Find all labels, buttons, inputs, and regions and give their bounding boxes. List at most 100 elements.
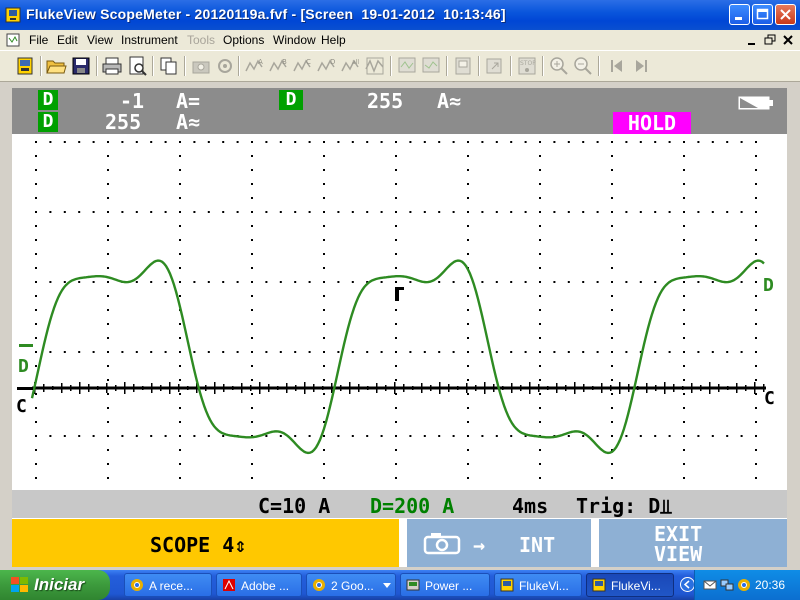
marker-left-c: C: [16, 387, 33, 417]
clock: 20:36: [755, 578, 786, 592]
taskbar-item-label: 2 Goo...: [331, 579, 374, 593]
softkey-int-label: INT: [519, 533, 556, 557]
minimize-icon: [735, 17, 742, 20]
menu-tools[interactable]: Tools: [187, 33, 215, 47]
app-icon: [406, 579, 420, 591]
instrument-connect-icon[interactable]: [14, 55, 36, 77]
svg-text:A: A: [258, 58, 263, 66]
meter-all-icon[interactable]: all: [340, 55, 362, 77]
mdi-restore-icon[interactable]: [762, 32, 778, 48]
mdi-close-icon[interactable]: [780, 32, 796, 48]
taskbar-item-google[interactable]: 2 Goo...: [306, 573, 396, 597]
scope-export-icon[interactable]: [484, 55, 506, 77]
save-icon[interactable]: [70, 55, 92, 77]
channel-d-range: D=200 A: [370, 494, 455, 518]
menu-help[interactable]: Help: [321, 33, 346, 47]
close-icon: [780, 9, 791, 20]
toolbar-separator: [446, 56, 448, 76]
camera-icon[interactable]: [190, 55, 212, 77]
chevron-down-icon: [383, 583, 391, 588]
svg-text:D: D: [330, 58, 335, 66]
toolbar-separator: [542, 56, 544, 76]
mail-icon[interactable]: [703, 578, 717, 592]
marker-right-d-label: D: [763, 275, 774, 296]
stop-icon[interactable]: STOP: [516, 55, 538, 77]
marker-left-d-label: D: [18, 356, 29, 377]
window-title: FlukeView ScopeMeter - 20120119a.fvf - […: [26, 6, 506, 22]
mdi-minimize-icon[interactable]: [744, 32, 760, 48]
zoom-in-icon[interactable]: [548, 55, 570, 77]
open-folder-icon[interactable]: [45, 55, 67, 77]
menu-instrument[interactable]: Instrument: [121, 33, 178, 47]
menu-window[interactable]: Window: [273, 33, 316, 47]
channel-d-tag: D: [279, 90, 303, 110]
taskbar-item-flukeview-1[interactable]: FlukeVi...: [494, 573, 582, 597]
chrome-icon: [131, 579, 143, 591]
print-preview-icon[interactable]: [126, 55, 148, 77]
title-bar[interactable]: FlukeView ScopeMeter - 20120119a.fvf - […: [0, 0, 800, 30]
last-record-icon[interactable]: [630, 55, 652, 77]
channel-d-tag: D: [38, 90, 58, 110]
meter-a-icon[interactable]: A: [244, 55, 266, 77]
record-icon[interactable]: [214, 55, 236, 77]
taskbar-item-power[interactable]: Power ...: [400, 573, 490, 597]
toolbar-separator: [152, 56, 154, 76]
meter-d-icon[interactable]: D: [316, 55, 338, 77]
menu-options[interactable]: Options: [223, 33, 264, 47]
softkey-exit-view[interactable]: EXIT VIEW: [599, 519, 787, 567]
trigger-marker-top: [395, 287, 404, 290]
start-button[interactable]: Iniciar: [0, 570, 110, 600]
taskbar-item-chrome-recent[interactable]: A rece...: [124, 573, 212, 597]
scope-compare-icon[interactable]: [452, 55, 474, 77]
timebase: 4ms: [512, 494, 549, 518]
print-icon[interactable]: [101, 55, 123, 77]
meter-c-icon[interactable]: C: [292, 55, 314, 77]
arrow-icon: →: [473, 533, 486, 557]
menu-bar: File Edit View Instrument Tools Options …: [0, 30, 800, 50]
scope-read-2-icon[interactable]: [420, 55, 442, 77]
flukeview-icon: [592, 578, 606, 592]
meter-b-icon[interactable]: B: [268, 55, 290, 77]
toolbar-separator: [598, 56, 600, 76]
marker-left-d: D: [18, 344, 33, 377]
network-icon[interactable]: [720, 578, 734, 592]
flukeview-app-icon[interactable]: [5, 7, 21, 23]
zoom-out-icon[interactable]: [572, 55, 594, 77]
scope-read-icon[interactable]: [396, 55, 418, 77]
maximize-icon: [756, 8, 769, 20]
menu-view[interactable]: View: [87, 33, 113, 47]
toolbar-separator: [238, 56, 240, 76]
taskbar-item-flukeview-2[interactable]: FlukeVi...: [586, 573, 674, 597]
softkey-capture-int[interactable]: → INT: [407, 519, 591, 567]
svg-text:STOP: STOP: [520, 60, 536, 67]
toolbar-separator: [96, 56, 98, 76]
taskbar-item-label: FlukeVi...: [519, 579, 569, 593]
tray-expand-button[interactable]: [680, 577, 695, 592]
scope-status-line: C=10 A D=200 A 4ms Trig: D⫫: [12, 490, 787, 518]
copy-icon[interactable]: [158, 55, 180, 77]
svg-text:C: C: [306, 58, 311, 66]
acrobat-icon: [223, 579, 235, 591]
taskbar-item-adobe[interactable]: Adobe ...: [216, 573, 302, 597]
chrome-tray-icon[interactable]: [737, 578, 751, 592]
reading-3-unit: A≈: [176, 110, 201, 134]
close-button[interactable]: [775, 4, 796, 25]
start-label: Iniciar: [34, 575, 85, 594]
battery-icon: [738, 96, 773, 110]
softkey-scope-4-label: SCOPE 4⇕: [150, 533, 247, 557]
softkey-view-label: VIEW: [654, 542, 703, 566]
marker-right-c-label: C: [764, 388, 775, 409]
document-icon[interactable]: [6, 33, 20, 47]
scope-measure-icon[interactable]: [364, 55, 386, 77]
menu-edit[interactable]: Edit: [57, 33, 78, 47]
first-record-icon[interactable]: [606, 55, 628, 77]
menu-file[interactable]: File: [29, 33, 48, 47]
flukeview-icon: [500, 578, 514, 592]
trigger-info: Trig: D⫫: [576, 494, 672, 518]
maximize-button[interactable]: [752, 4, 773, 25]
taskbar-item-label: FlukeVi...: [611, 579, 661, 593]
waveform-plot: D C C D: [16, 141, 775, 479]
camera-icon: [423, 533, 461, 555]
minimize-button[interactable]: [729, 4, 750, 25]
softkey-scope-4[interactable]: SCOPE 4⇕: [12, 519, 399, 567]
